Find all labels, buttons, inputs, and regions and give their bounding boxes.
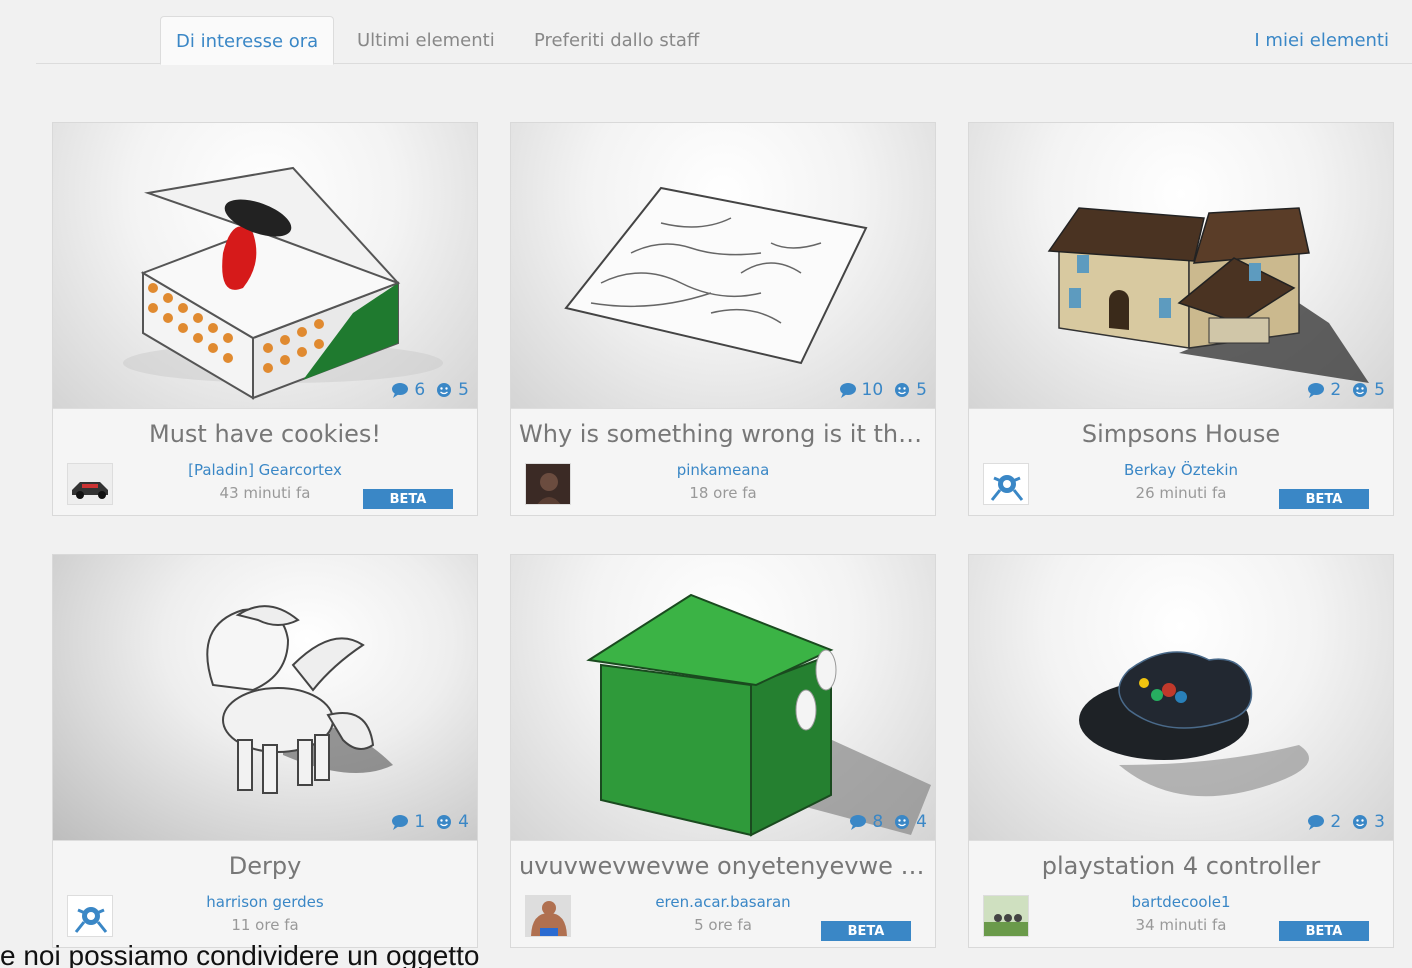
item-stats: 2 3 bbox=[1307, 812, 1385, 832]
comment-icon bbox=[1308, 815, 1325, 830]
like-count: 4 bbox=[893, 812, 927, 832]
green-box-model bbox=[586, 593, 931, 837]
comment-icon bbox=[850, 815, 867, 830]
like-count: 5 bbox=[435, 380, 469, 400]
comment-count: 6 bbox=[391, 380, 425, 400]
my-items-link[interactable]: I miei elementi bbox=[1239, 16, 1404, 64]
item-title[interactable]: Must have cookies! bbox=[61, 420, 469, 448]
item-card[interactable]: 10 5 Why is something wrong is it that .… bbox=[510, 122, 936, 516]
controller-model bbox=[1079, 651, 1309, 797]
smiley-icon bbox=[895, 815, 910, 829]
smiley-icon bbox=[437, 383, 452, 397]
item-thumbnail[interactable]: 2 3 bbox=[969, 555, 1393, 841]
smiley-icon bbox=[895, 383, 910, 397]
smiley-icon bbox=[437, 815, 452, 829]
like-count: 3 bbox=[1351, 812, 1385, 832]
item-title[interactable]: Derpy bbox=[61, 852, 469, 880]
item-thumbnail[interactable]: 6 5 bbox=[53, 123, 477, 409]
beta-badge: BETA bbox=[363, 489, 453, 509]
like-count: 5 bbox=[893, 380, 927, 400]
comment-count: 8 bbox=[849, 812, 883, 832]
like-count: 4 bbox=[435, 812, 469, 832]
item-title[interactable]: Simpsons House bbox=[977, 420, 1385, 448]
smiley-icon bbox=[1353, 383, 1368, 397]
item-card[interactable]: 6 5 Must have cookies! [Paladin] Gearcor… bbox=[52, 122, 478, 516]
tab-ultimi-elementi[interactable]: Ultimi elementi bbox=[342, 16, 510, 64]
item-title[interactable]: uvuvwevwevwe onyetenyevwe ug... bbox=[519, 852, 927, 880]
item-thumbnail[interactable]: 1 4 bbox=[53, 555, 477, 841]
item-stats: 10 5 bbox=[839, 380, 927, 400]
tab-di-interesse-ora[interactable]: Di interesse ora bbox=[160, 16, 335, 65]
like-count: 5 bbox=[1351, 380, 1385, 400]
comment-icon bbox=[839, 383, 856, 398]
item-thumbnail[interactable]: 2 5 bbox=[969, 123, 1393, 409]
item-stats: 1 4 bbox=[391, 812, 469, 832]
flat-plate-model bbox=[564, 186, 868, 365]
smiley-icon bbox=[1353, 815, 1368, 829]
item-thumbnail[interactable]: 10 5 bbox=[511, 123, 935, 409]
pony-model bbox=[206, 605, 393, 794]
item-card[interactable]: 1 4 Derpy harrison gerdes 11 ore fa bbox=[52, 554, 478, 948]
beta-badge: BETA bbox=[1279, 921, 1369, 941]
comment-icon bbox=[392, 815, 409, 830]
author-link[interactable]: pinkameana bbox=[511, 461, 935, 479]
tab-preferiti-dallo-staff[interactable]: Preferiti dallo staff bbox=[519, 16, 714, 64]
item-title[interactable]: Why is something wrong is it that ... bbox=[519, 420, 927, 448]
beta-badge: BETA bbox=[1279, 489, 1369, 509]
beta-badge: BETA bbox=[821, 921, 911, 941]
house-model bbox=[1047, 207, 1369, 383]
comment-count: 1 bbox=[391, 812, 425, 832]
timestamp: 18 ore fa bbox=[689, 484, 757, 502]
comment-icon bbox=[392, 383, 409, 398]
timestamp: 11 ore fa bbox=[231, 916, 299, 934]
item-card[interactable]: 2 5 Simpsons House Berkay Öztekin 26 min… bbox=[968, 122, 1394, 516]
item-card[interactable]: 2 3 playstation 4 controller bartdecoole… bbox=[968, 554, 1394, 948]
item-stats: 2 5 bbox=[1307, 380, 1385, 400]
author-link[interactable]: [Paladin] Gearcortex bbox=[53, 461, 477, 479]
author-link[interactable]: harrison gerdes bbox=[53, 893, 477, 911]
overlay-caption: e noi possiamo condividere un oggetto bbox=[0, 940, 480, 968]
author-link[interactable]: Berkay Öztekin bbox=[969, 461, 1393, 479]
author-link[interactable]: bartdecoole1 bbox=[969, 893, 1393, 911]
comment-count: 2 bbox=[1307, 812, 1341, 832]
comment-count: 2 bbox=[1307, 380, 1341, 400]
author-link[interactable]: eren.acar.basaran bbox=[511, 893, 935, 911]
tab-bar: Di interesse ora Ultimi elementi Preferi… bbox=[36, 16, 1412, 65]
comment-icon bbox=[1308, 383, 1325, 398]
item-card[interactable]: 8 4 uvuvwevwevwe onyetenyevwe ug... eren… bbox=[510, 554, 936, 948]
item-stats: 6 5 bbox=[391, 380, 469, 400]
comment-count: 10 bbox=[839, 380, 883, 400]
cookie-box-model bbox=[123, 166, 443, 400]
item-stats: 8 4 bbox=[849, 812, 927, 832]
item-title[interactable]: playstation 4 controller bbox=[977, 852, 1385, 880]
item-thumbnail[interactable]: 8 4 bbox=[511, 555, 935, 841]
